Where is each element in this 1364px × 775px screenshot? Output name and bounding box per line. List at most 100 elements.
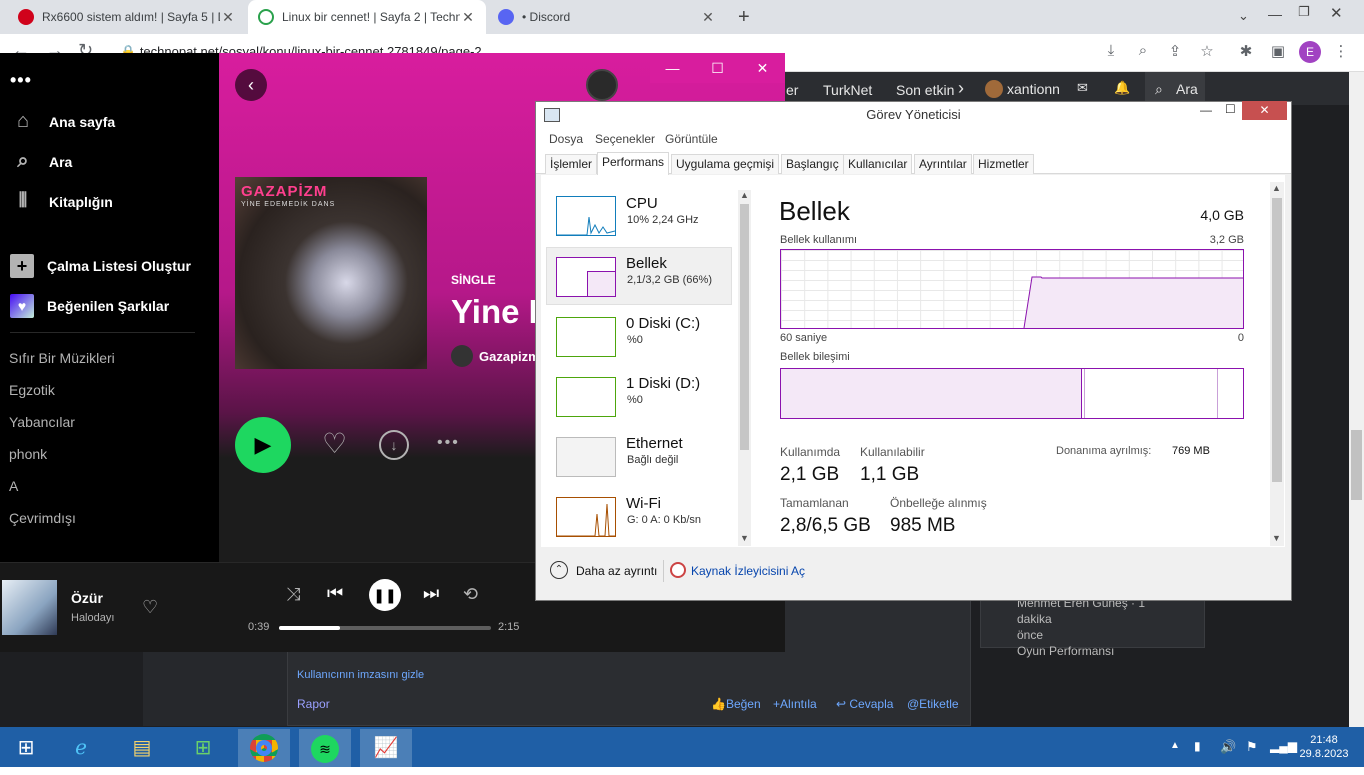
spotify-icon[interactable]: ≋ xyxy=(299,729,351,767)
resource-monitor-link[interactable]: Kaynak İzleyicisini Aç xyxy=(691,564,805,578)
chevron-up-icon[interactable]: ⌃ xyxy=(550,561,568,579)
close-tab-icon[interactable]: ✕ xyxy=(700,9,716,26)
browser-tab-active[interactable]: Linux bir cennet! | Sayfa 2 | Techn ✕ xyxy=(248,0,486,34)
nav-library[interactable]: ⫴ Kitaplığın xyxy=(10,190,113,213)
report-link[interactable]: Rapor xyxy=(297,697,330,711)
tab-services[interactable]: Hizmetler xyxy=(973,154,1034,174)
tab-users[interactable]: Kullanıcılar xyxy=(843,154,913,174)
windows-start-icon[interactable]: ⊞ xyxy=(0,729,52,767)
resource-list-scrollbar-thumb[interactable] xyxy=(740,204,749,450)
reply-button[interactable]: ↩ Cevapla xyxy=(836,697,893,711)
back-arrow-icon[interactable]: ‹ xyxy=(235,69,267,101)
like-button[interactable]: 👍Beğen xyxy=(711,697,761,711)
close-icon[interactable]: ✕ xyxy=(1242,101,1287,120)
repeat-icon[interactable]: ⟲ xyxy=(463,584,478,605)
task-manager-icon[interactable]: 📈 xyxy=(360,729,412,767)
scroll-down-icon[interactable]: ▼ xyxy=(740,533,749,543)
play-button[interactable]: ▶ xyxy=(235,417,291,473)
playlist-item[interactable]: Egzotik xyxy=(9,382,55,398)
tag-button[interactable]: @Etiketle xyxy=(907,697,959,711)
install-app-icon[interactable]: ⤓ xyxy=(1100,42,1122,59)
notifications-icon[interactable]: 🔔 xyxy=(1114,80,1130,96)
playlist-item[interactable]: phonk xyxy=(9,446,47,462)
liked-songs-button[interactable]: ♥ Beğenilen Şarkılar xyxy=(10,294,169,318)
maximize-icon[interactable]: ☐ xyxy=(1225,102,1236,116)
song-title[interactable]: Özür xyxy=(71,590,103,606)
file-explorer-icon[interactable]: ▤ xyxy=(116,729,168,767)
maximize-icon[interactable]: ☐ xyxy=(695,53,740,83)
playlist-item[interactable]: A xyxy=(9,478,18,494)
zoom-icon[interactable]: ⌕ xyxy=(1132,42,1154,59)
minimize-icon[interactable]: — xyxy=(650,53,695,83)
user-avatar[interactable] xyxy=(985,80,1003,98)
heart-outline-icon[interactable]: ♡ xyxy=(322,427,347,460)
song-artist[interactable]: Halodayı xyxy=(71,612,114,624)
page-scrollbar[interactable] xyxy=(1349,72,1364,727)
tab-processes[interactable]: İşlemler xyxy=(545,154,598,174)
battery-icon[interactable]: ▮ xyxy=(1194,739,1201,753)
nav-home[interactable]: ⌂ Ana sayfa xyxy=(10,110,115,133)
less-details-link[interactable]: Daha az ayrıntı xyxy=(576,564,657,578)
bookmark-star-icon[interactable]: ☆ xyxy=(1196,42,1218,60)
more-options-icon[interactable]: ••• xyxy=(437,434,460,452)
new-tab-button[interactable]: + xyxy=(738,6,750,29)
tab-performance[interactable]: Performans xyxy=(597,152,670,175)
chrome-icon[interactable] xyxy=(238,729,290,767)
playlist-item[interactable]: Çevrimdışı xyxy=(9,510,76,526)
playlist-item[interactable]: Yabancılar xyxy=(9,414,75,430)
create-playlist-button[interactable]: + Çalma Listesi Oluştur xyxy=(10,254,191,278)
inbox-icon[interactable]: ✉ xyxy=(1077,80,1088,96)
taskbar-clock[interactable]: 21:48 29.8.2023 xyxy=(1294,733,1354,761)
scroll-up-icon[interactable]: ▲ xyxy=(1272,183,1281,193)
user-avatar[interactable] xyxy=(586,69,618,101)
scroll-up-icon[interactable]: ▲ xyxy=(740,190,749,200)
site-nav-item[interactable]: er xyxy=(786,82,798,98)
shuffle-icon[interactable]: ⤨ xyxy=(286,584,300,605)
next-icon[interactable]: ⏭ xyxy=(423,583,439,604)
detail-scrollbar-thumb[interactable] xyxy=(1272,198,1282,482)
pause-button[interactable]: ❚❚ xyxy=(369,579,401,611)
menu-view[interactable]: Görüntüle xyxy=(665,132,718,146)
tab-details[interactable]: Ayrıntılar xyxy=(914,154,972,174)
side-panel-icon[interactable]: ▣ xyxy=(1267,42,1289,60)
site-username[interactable]: xantionn xyxy=(1007,81,1060,97)
minimize-window-icon[interactable]: — xyxy=(1268,6,1282,22)
close-tab-icon[interactable]: ✕ xyxy=(220,9,236,26)
browser-tab[interactable]: Rx6600 sistem aldım! | Sayfa 5 | D ✕ xyxy=(8,0,246,34)
action-center-icon[interactable]: ⚑ xyxy=(1246,739,1258,755)
store-icon[interactable]: ⊞ xyxy=(177,729,229,767)
previous-icon[interactable]: ⏮ xyxy=(327,583,343,604)
page-scrollbar-thumb[interactable] xyxy=(1351,430,1362,500)
menu-file[interactable]: Dosya xyxy=(549,132,583,146)
heart-outline-icon[interactable]: ♡ xyxy=(142,597,158,618)
download-icon[interactable]: ↓ xyxy=(379,430,409,460)
network-signal-icon[interactable]: ▂▄▆ xyxy=(1270,739,1297,753)
more-options-icon[interactable]: ••• xyxy=(10,70,32,91)
browser-tab[interactable]: • Discord ✕ xyxy=(488,0,726,34)
internet-explorer-icon[interactable]: ℯ xyxy=(55,729,107,767)
site-nav-recent[interactable]: Son etkin xyxy=(896,82,954,98)
show-hidden-icons[interactable]: ▲ xyxy=(1170,740,1180,751)
restore-window-icon[interactable]: ❐ xyxy=(1298,4,1310,20)
site-nav-turknet[interactable]: TurkNet xyxy=(823,82,872,98)
tab-search-chevron-icon[interactable]: ⌄ xyxy=(1238,8,1249,24)
extensions-icon[interactable]: ✱ xyxy=(1235,42,1257,60)
tab-startup[interactable]: Başlangıç xyxy=(781,154,844,174)
hide-signature-link[interactable]: Kullanıcının imzasını gizle xyxy=(297,669,424,681)
share-icon[interactable]: ⇪ xyxy=(1164,42,1186,60)
artist-name[interactable]: Gazapizm xyxy=(479,349,535,364)
close-window-icon[interactable]: ✕ xyxy=(1330,4,1343,22)
chevron-right-icon[interactable]: › xyxy=(958,78,964,99)
scroll-down-icon[interactable]: ▼ xyxy=(1272,533,1281,543)
profile-avatar[interactable]: E xyxy=(1299,41,1321,63)
now-playing-cover[interactable] xyxy=(2,580,57,635)
browser-menu-icon[interactable]: ⋮ xyxy=(1330,42,1352,60)
nav-search[interactable]: ⌕ Ara xyxy=(10,150,72,173)
playlist-item[interactable]: Sıfır Bir Müzikleri xyxy=(9,350,115,366)
quote-button[interactable]: +Alıntıla xyxy=(773,697,817,711)
volume-icon[interactable]: 🔊 xyxy=(1220,739,1236,755)
minimize-icon[interactable]: — xyxy=(1200,103,1212,117)
menu-options[interactable]: Seçenekler xyxy=(595,132,655,146)
close-icon[interactable]: ✕ xyxy=(740,53,785,83)
tab-app-history[interactable]: Uygulama geçmişi xyxy=(671,154,780,174)
